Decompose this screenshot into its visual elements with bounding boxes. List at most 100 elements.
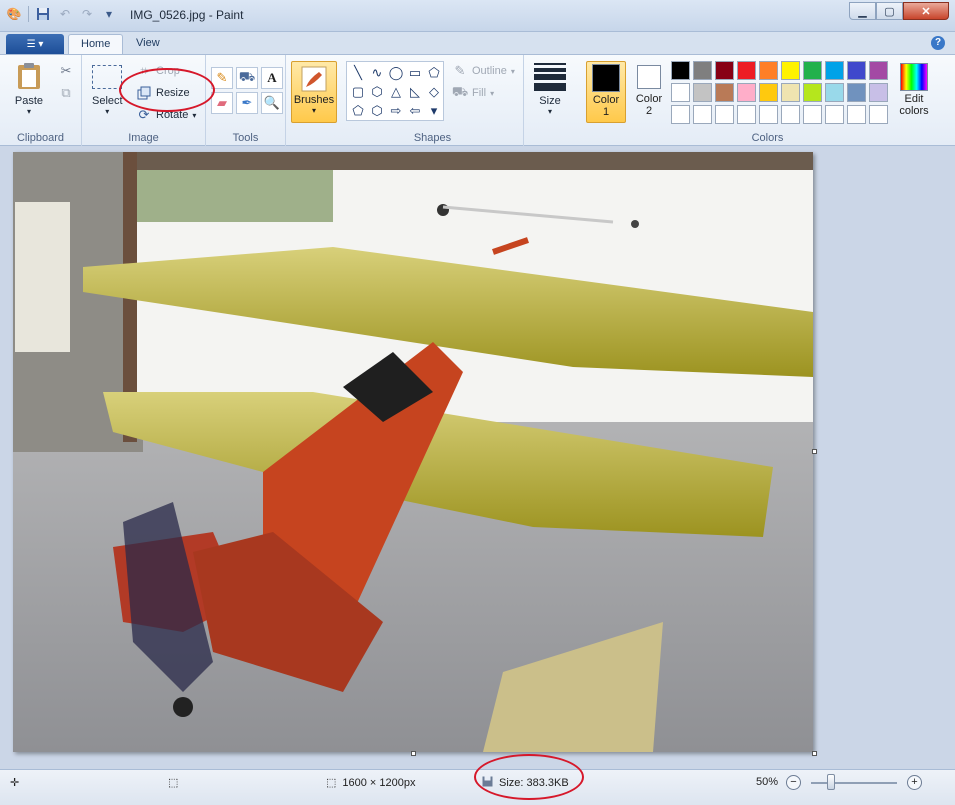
paste-button[interactable]: Paste ▾ <box>14 61 44 116</box>
rounded-rectangle-shape-icon[interactable]: ▢ <box>350 84 366 100</box>
palette-color-swatch[interactable] <box>847 105 866 124</box>
paste-dropdown-icon[interactable]: ▾ <box>27 107 31 116</box>
palette-color-swatch[interactable] <box>825 61 844 80</box>
edit-colors-label: Edit <box>904 93 924 105</box>
fill-label: Fill <box>472 87 487 99</box>
color1-label: Color <box>592 94 620 106</box>
color2-number: 2 <box>645 105 653 117</box>
oval-shape-icon[interactable]: ◯ <box>388 65 404 81</box>
eraser-icon[interactable]: ▰ <box>211 92 233 114</box>
size-button[interactable]: Size ▾ <box>534 63 566 116</box>
palette-color-swatch[interactable] <box>737 105 756 124</box>
pentagon-shape-icon[interactable]: ⬠ <box>350 103 366 119</box>
minimize-icon[interactable]: ▁ <box>849 2 876 20</box>
zoom-slider-track[interactable] <box>811 782 897 784</box>
color-picker-icon[interactable]: ✒ <box>236 92 258 114</box>
select-dropdown-icon[interactable]: ▾ <box>105 107 109 116</box>
redo-icon[interactable]: ↷ <box>79 6 95 22</box>
palette-color-swatch[interactable] <box>825 105 844 124</box>
line-shape-icon[interactable]: ╲ <box>350 65 366 81</box>
zoom-in-icon[interactable]: + <box>907 775 922 790</box>
outline-button[interactable]: ✎ Outline ▾ <box>452 63 515 79</box>
palette-color-swatch[interactable] <box>737 61 756 80</box>
edit-colors-button[interactable]: Edit colors <box>892 61 936 123</box>
biplane-photo <box>13 152 813 752</box>
qat-separator <box>28 6 29 22</box>
palette-color-swatch[interactable] <box>737 83 756 102</box>
tools-group: ✎ ⛟ A ▰ ✒ 🔍 Tools <box>206 55 286 147</box>
palette-color-swatch[interactable] <box>847 83 866 102</box>
palette-color-swatch[interactable] <box>715 83 734 102</box>
rectangle-shape-icon[interactable]: ▭ <box>407 65 423 81</box>
zoom-out-icon[interactable]: − <box>786 775 801 790</box>
save-icon[interactable] <box>35 6 51 22</box>
shapes-scroll-icon[interactable]: ▾ <box>426 103 442 119</box>
palette-color-swatch[interactable] <box>715 61 734 80</box>
palette-color-swatch[interactable] <box>715 105 734 124</box>
color2-button[interactable]: Color 2 <box>629 61 669 123</box>
palette-color-swatch[interactable] <box>781 105 800 124</box>
color1-button[interactable]: Color 1 <box>586 61 626 123</box>
zoom-slider-thumb[interactable] <box>827 774 835 790</box>
palette-color-swatch[interactable] <box>869 105 888 124</box>
palette-color-swatch[interactable] <box>869 61 888 80</box>
palette-color-swatch[interactable] <box>781 61 800 80</box>
window-title: IMG_0526.jpg - Paint <box>130 8 244 22</box>
palette-color-swatch[interactable] <box>693 105 712 124</box>
palette-color-swatch[interactable] <box>671 61 690 80</box>
palette-color-swatch[interactable] <box>803 83 822 102</box>
file-size-highlight-circle <box>474 754 584 800</box>
copy-icon[interactable]: ⧉ <box>58 85 74 101</box>
palette-color-swatch[interactable] <box>671 105 690 124</box>
fill-bucket-icon[interactable]: ⛟ <box>236 67 258 89</box>
zoom-level: 50% <box>756 776 779 788</box>
diamond-shape-icon[interactable]: ◇ <box>426 84 442 100</box>
paint-menu-button[interactable]: ☰ ▾ <box>6 34 64 54</box>
select-button[interactable]: Select ▾ <box>92 65 123 116</box>
workspace <box>0 146 955 769</box>
color2-label: Color <box>635 93 663 105</box>
close-icon[interactable]: ✕ <box>903 2 949 20</box>
polygon2-shape-icon[interactable]: ⬡ <box>369 84 385 100</box>
image-canvas[interactable] <box>13 152 813 752</box>
tab-home[interactable]: Home <box>68 34 124 54</box>
palette-color-swatch[interactable] <box>759 61 778 80</box>
color1-number: 1 <box>602 106 610 118</box>
triangle-shape-icon[interactable]: △ <box>388 84 404 100</box>
help-icon[interactable]: ? <box>931 36 945 50</box>
palette-color-swatch[interactable] <box>759 83 778 102</box>
hexagon-shape-icon[interactable]: ⬡ <box>369 103 385 119</box>
right-triangle-shape-icon[interactable]: ◺ <box>407 84 423 100</box>
palette-color-swatch[interactable] <box>847 61 866 80</box>
fill-button[interactable]: ⛟ Fill ▾ <box>452 84 494 101</box>
palette-color-swatch[interactable] <box>825 83 844 102</box>
image-group-label: Image <box>128 132 159 144</box>
canvas-resize-handle-corner[interactable] <box>812 751 817 756</box>
clipboard-group-label: Clipboard <box>16 132 65 144</box>
brushes-button[interactable]: Brushes ▾ <box>291 61 337 123</box>
maximize-icon[interactable]: ▢ <box>876 2 903 20</box>
tab-view[interactable]: View <box>124 34 172 54</box>
canvas-resize-handle-right[interactable] <box>812 449 817 454</box>
text-icon[interactable]: A <box>261 67 283 89</box>
paint-app-icon[interactable]: 🎨 <box>6 6 22 22</box>
cut-icon[interactable]: ✂ <box>58 63 74 79</box>
curve-shape-icon[interactable]: ∿ <box>369 65 385 81</box>
shapes-group: ╲ ∿ ◯ ▭ ⬠ ▢ ⬡ △ ◺ ◇ ⬠ ⬡ ⇨ ⇦ ▾ ✎ Outline … <box>342 55 524 147</box>
palette-color-swatch[interactable] <box>693 83 712 102</box>
canvas-resize-handle-bottom[interactable] <box>411 751 416 756</box>
palette-color-swatch[interactable] <box>869 83 888 102</box>
polygon-shape-icon[interactable]: ⬠ <box>426 65 442 81</box>
undo-icon[interactable]: ↶ <box>57 6 73 22</box>
palette-color-swatch[interactable] <box>693 61 712 80</box>
image-dimensions: ⬚ 1600 × 1200px <box>326 776 416 790</box>
left-arrow-shape-icon[interactable]: ⇦ <box>407 103 423 119</box>
palette-color-swatch[interactable] <box>781 83 800 102</box>
magnifier-icon[interactable]: 🔍 <box>261 92 283 114</box>
right-arrow-shape-icon[interactable]: ⇨ <box>388 103 404 119</box>
palette-color-swatch[interactable] <box>803 61 822 80</box>
palette-color-swatch[interactable] <box>803 105 822 124</box>
customize-qat-icon[interactable]: ▾ <box>101 6 117 22</box>
palette-color-swatch[interactable] <box>671 83 690 102</box>
palette-color-swatch[interactable] <box>759 105 778 124</box>
